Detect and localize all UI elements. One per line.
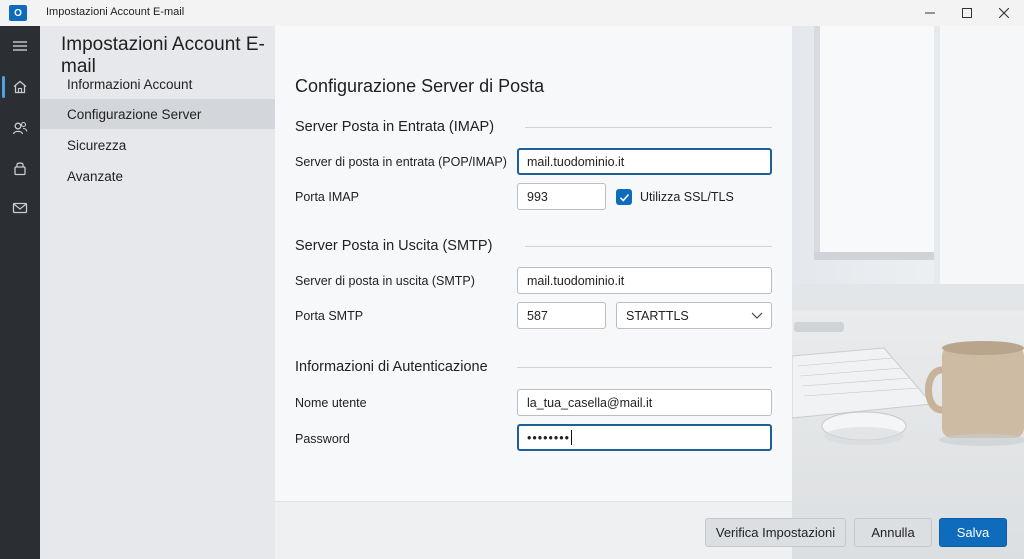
close-icon xyxy=(999,8,1009,18)
background-photo xyxy=(792,26,1024,559)
nav-item-account-info[interactable]: Informazioni Account xyxy=(40,69,275,99)
auth-section-title: Informazioni di Autenticazione xyxy=(295,359,488,375)
title-bar: O Impostazioni Account E-mail xyxy=(0,0,1024,26)
outgoing-server-label: Server di posta in uscita (SMTP) xyxy=(295,274,475,288)
cancel-button[interactable]: Annulla xyxy=(854,518,932,547)
outlook-app-icon: O xyxy=(9,5,27,21)
imap-port-label: Porta IMAP xyxy=(295,190,359,204)
outgoing-server-value: mail.tuodominio.it xyxy=(527,273,625,288)
nav-item-server-config[interactable]: Configurazione Server xyxy=(40,99,275,129)
smtp-port-value: 587 xyxy=(527,308,548,323)
home-button[interactable] xyxy=(0,72,40,102)
verify-settings-label: Verifica Impostazioni xyxy=(715,525,836,540)
outgoing-server-input[interactable]: mail.tuodominio.it xyxy=(517,267,772,294)
outgoing-section-title: Server Posta in Uscita (SMTP) xyxy=(295,238,493,254)
ssl-checkbox[interactable] xyxy=(616,189,632,205)
security-button[interactable] xyxy=(0,153,40,183)
ssl-checkbox-label: Utilizza SSL/TLS xyxy=(640,190,734,204)
imap-port-value: 993 xyxy=(527,189,548,204)
incoming-server-input[interactable]: mail.tuodominio.it xyxy=(517,148,772,175)
maximize-button[interactable] xyxy=(948,0,986,26)
nav-item-advanced[interactable]: Avanzate xyxy=(40,161,275,191)
icon-rail xyxy=(0,26,40,559)
smtp-port-label: Porta SMTP xyxy=(295,309,364,323)
mail-icon xyxy=(12,202,28,214)
divider xyxy=(525,246,772,247)
server-config-panel: Configurazione Server di Posta Server Po… xyxy=(275,26,792,501)
text-caret xyxy=(571,430,573,445)
menu-icon xyxy=(13,41,27,51)
username-label: Nome utente xyxy=(295,396,367,410)
divider xyxy=(517,367,772,368)
desk-photo-illustration xyxy=(792,26,1024,559)
contacts-icon xyxy=(12,121,28,135)
incoming-server-value: mail.tuodominio.it xyxy=(527,154,625,169)
mail-button[interactable] xyxy=(0,193,40,223)
maximize-icon xyxy=(962,8,972,18)
imap-port-input[interactable]: 993 xyxy=(517,183,606,210)
contacts-button[interactable] xyxy=(0,113,40,143)
password-input[interactable]: •••••••• xyxy=(517,424,772,451)
lock-icon xyxy=(14,162,26,176)
password-label: Password xyxy=(295,432,350,446)
chevron-down-icon xyxy=(751,312,763,319)
smtp-security-value: STARTTLS xyxy=(626,308,689,323)
incoming-server-label: Server di posta in entrata (POP/IMAP) xyxy=(295,155,507,169)
username-input[interactable]: la_tua_casella@mail.it xyxy=(517,389,772,416)
menu-button[interactable] xyxy=(0,31,40,61)
minimize-icon xyxy=(925,12,935,14)
incoming-section-title: Server Posta in Entrata (IMAP) xyxy=(295,119,495,135)
save-button[interactable]: Salva xyxy=(939,518,1007,547)
nav-item-security[interactable]: Sicurezza xyxy=(40,130,275,160)
password-value: •••••••• xyxy=(527,430,571,445)
divider xyxy=(525,127,772,128)
verify-settings-button[interactable]: Verifica Impostazioni xyxy=(705,518,846,547)
close-button[interactable] xyxy=(985,0,1023,26)
page-title: Configurazione Server di Posta xyxy=(295,76,545,96)
save-label: Salva xyxy=(956,525,990,540)
home-icon xyxy=(13,80,27,94)
cancel-label: Annulla xyxy=(871,525,915,540)
smtp-port-input[interactable]: 587 xyxy=(517,302,606,329)
smtp-security-select[interactable]: STARTTLS xyxy=(616,302,772,329)
nav-item-label: Avanzate xyxy=(67,168,124,184)
username-value: la_tua_casella@mail.it xyxy=(527,395,653,410)
nav-item-label: Configurazione Server xyxy=(67,106,202,122)
settings-sidebar: Impostazioni Account E-mail Informazioni… xyxy=(40,26,275,559)
minimize-button[interactable] xyxy=(911,0,949,26)
nav-item-label: Sicurezza xyxy=(67,137,127,153)
window-title: Impostazioni Account E-mail xyxy=(46,6,185,18)
nav-item-label: Informazioni Account xyxy=(67,76,193,92)
checkmark-icon xyxy=(619,193,629,202)
